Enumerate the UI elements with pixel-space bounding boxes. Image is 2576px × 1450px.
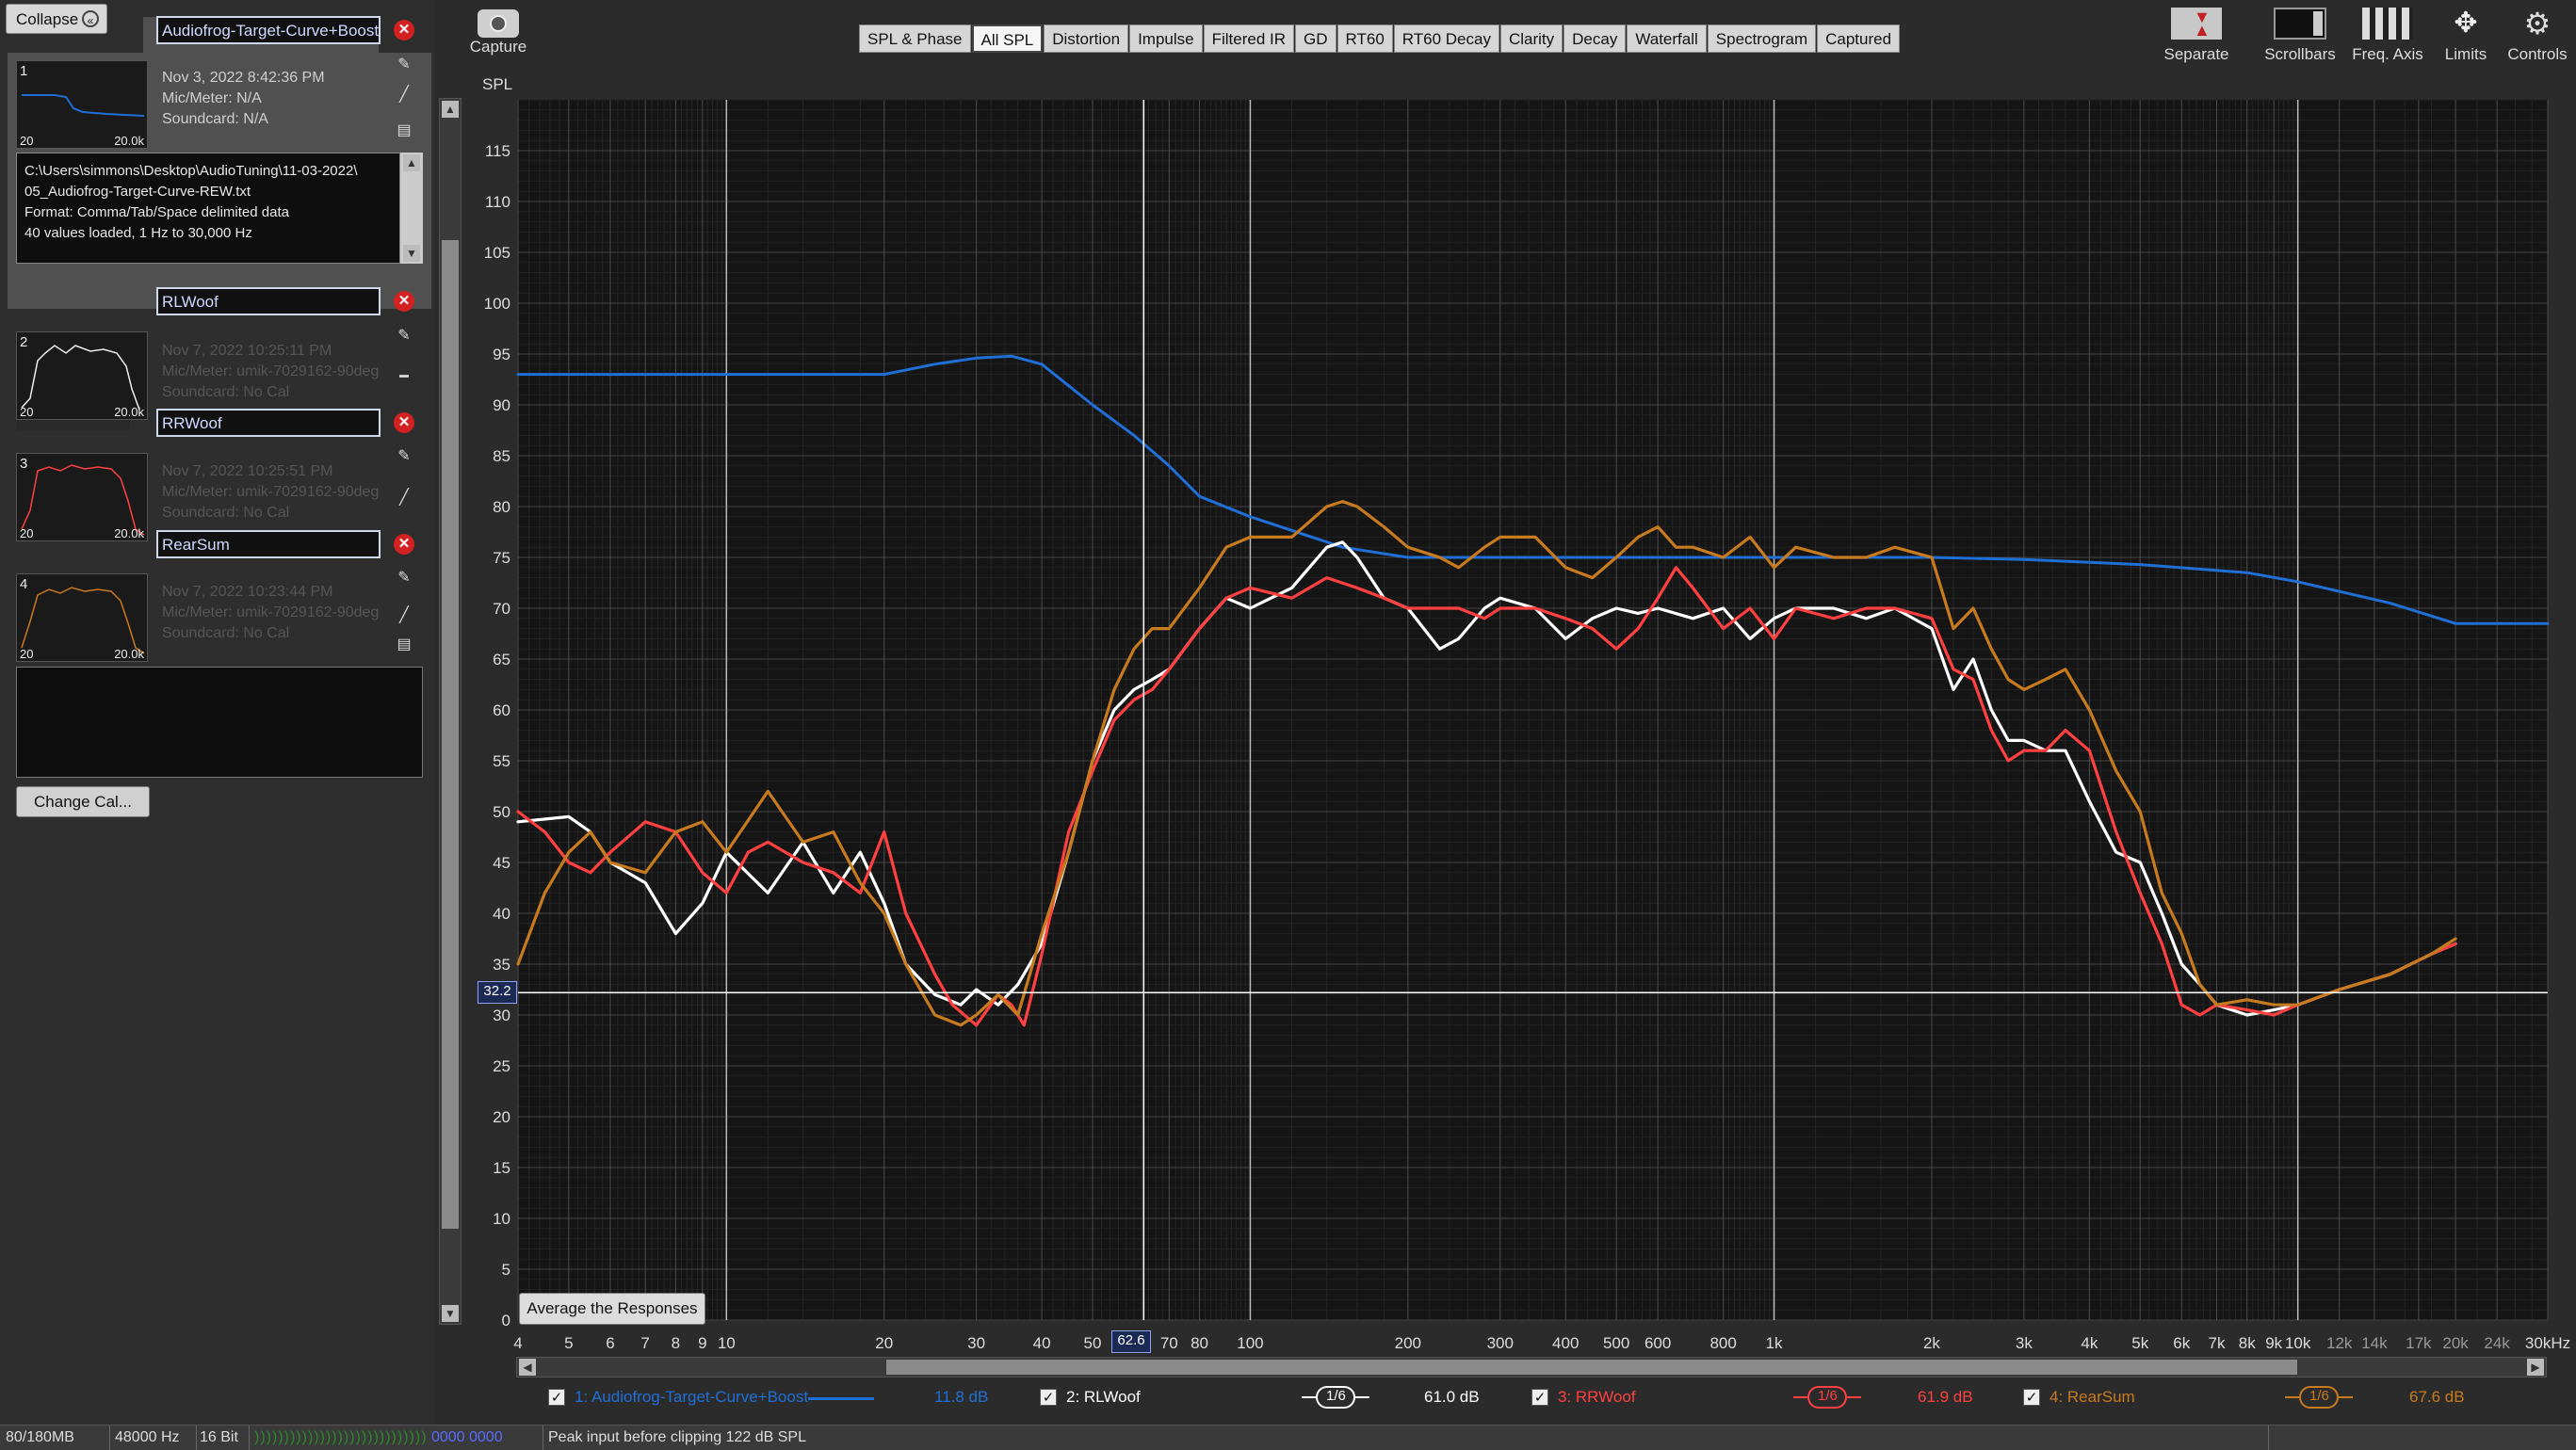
x-tick-label: 8 xyxy=(672,1334,680,1352)
smoothing-label-3: 1/6 xyxy=(1818,1388,1838,1404)
legend-value-3: 61.9 dB xyxy=(1918,1388,1973,1406)
legend-value-1: 11.8 dB xyxy=(934,1388,989,1406)
peak-input-text: Peak input before clipping 122 dB SPL xyxy=(543,1426,2269,1450)
y-tick-label: 0 xyxy=(502,1312,510,1329)
legend-bar: ✓ 1: Audiofrog-Target-Curve+Boost 11.8 d… xyxy=(516,1382,2551,1414)
x-tick-label: 14k xyxy=(2361,1334,2388,1352)
y-tick-label: 45 xyxy=(493,854,510,872)
y-tick-label: 55 xyxy=(493,752,510,770)
y-tick-label: 10 xyxy=(493,1210,510,1228)
y-tick-label: 60 xyxy=(493,701,510,719)
scrollbar-thumb[interactable] xyxy=(886,1360,2297,1375)
x-tick-label: 5 xyxy=(564,1334,573,1352)
y-tick-label: 35 xyxy=(493,956,510,974)
y-tick-label: 100 xyxy=(484,295,510,313)
y-tick-label: 30 xyxy=(493,1007,510,1024)
status-bar: 80/180MB 48000 Hz 16 Bit )))))))))))))))… xyxy=(0,1425,2576,1450)
input-level-meter: ))))))))))))))))))))))))))))) 0000 0000 xyxy=(249,1426,543,1450)
y-tick-label: 50 xyxy=(493,803,510,821)
x-tick-label: 20k xyxy=(2442,1334,2469,1352)
y-tick-label: 20 xyxy=(493,1108,510,1126)
legend-checkbox-1[interactable]: ✓ xyxy=(548,1389,565,1406)
x-tick-label: 40 xyxy=(1033,1334,1051,1352)
legend-swatch-1 xyxy=(808,1397,874,1400)
y-tick-label: 80 xyxy=(493,498,510,516)
x-tick-label: 8k xyxy=(2239,1334,2256,1352)
y-tick-label: 25 xyxy=(493,1057,510,1075)
y-tick-label: 70 xyxy=(493,600,510,618)
x-tick-label: 500 xyxy=(1603,1334,1629,1352)
sample-rate: 48000 Hz xyxy=(109,1426,197,1450)
x-tick-label: 2k xyxy=(1923,1334,1940,1352)
y-tick-label: 15 xyxy=(493,1159,510,1177)
x-tick-label: 9 xyxy=(698,1334,706,1352)
legend-checkbox-4[interactable]: ✓ xyxy=(2023,1389,2040,1406)
memory-usage: 80/180MB xyxy=(0,1426,110,1450)
y-tick-label: 5 xyxy=(502,1261,510,1279)
x-tick-label: 9k xyxy=(2265,1334,2282,1352)
frequency-scrollbar[interactable]: ◀ ▶ xyxy=(516,1357,2547,1378)
y-tick-label: 85 xyxy=(493,447,510,465)
x-tick-label: 7 xyxy=(640,1334,649,1352)
smoothing-label-2: 1/6 xyxy=(1326,1388,1346,1404)
x-tick-label: 20 xyxy=(875,1334,893,1352)
spl-chart[interactable]: 0510152025303540455055606570758085909510… xyxy=(0,0,2576,1449)
x-tick-label: 12k xyxy=(2326,1334,2353,1352)
cursor-x-readout: 62.6 xyxy=(1111,1330,1151,1353)
y-tick-label: 95 xyxy=(493,346,510,363)
x-tick-label: 6 xyxy=(606,1334,614,1352)
x-tick-label: 6k xyxy=(2173,1334,2190,1352)
x-tick-label: 4k xyxy=(2081,1334,2098,1352)
x-tick-label: 10 xyxy=(718,1334,736,1352)
average-responses-button[interactable]: Average the Responses xyxy=(519,1293,705,1325)
x-tick-label: 24k xyxy=(2484,1334,2510,1352)
meter-readout: 0000 0000 xyxy=(430,1429,503,1445)
bit-depth: 16 Bit xyxy=(194,1426,250,1450)
x-tick-label: 300 xyxy=(1487,1334,1514,1352)
x-tick-label: 4 xyxy=(513,1334,522,1352)
x-tick-label: 400 xyxy=(1552,1334,1579,1352)
x-tick-label: 200 xyxy=(1395,1334,1421,1352)
legend-label-4[interactable]: 4: RearSum xyxy=(2049,1388,2135,1407)
x-tick-label: 1k xyxy=(1766,1334,1783,1352)
legend-value-2: 61.0 dB xyxy=(1424,1388,1480,1406)
x-tick-label: 800 xyxy=(1709,1334,1736,1352)
scroll-right-icon[interactable]: ▶ xyxy=(2527,1359,2544,1376)
x-tick-label: 600 xyxy=(1644,1334,1671,1352)
x-tick-label: 10k xyxy=(2285,1334,2311,1352)
x-tick-label: 50 xyxy=(1084,1334,1102,1352)
legend-checkbox-2[interactable]: ✓ xyxy=(1040,1389,1057,1406)
scroll-left-icon[interactable]: ◀ xyxy=(519,1359,536,1376)
y-tick-label: 40 xyxy=(493,905,510,923)
y-tick-label: 105 xyxy=(484,244,510,262)
legend-label-1[interactable]: 1: Audiofrog-Target-Curve+Boost xyxy=(575,1388,808,1407)
y-tick-label: 115 xyxy=(485,142,510,160)
x-tick-label: 17k xyxy=(2406,1334,2432,1352)
y-tick-label: 75 xyxy=(493,549,510,567)
x-tick-label: 3k xyxy=(2016,1334,2033,1352)
x-tick-label: 30kHz xyxy=(2525,1334,2570,1352)
legend-value-4: 67.6 dB xyxy=(2409,1388,2465,1406)
x-tick-label: 7k xyxy=(2209,1334,2226,1352)
legend-label-2[interactable]: 2: RLWoof xyxy=(1066,1388,1141,1407)
x-tick-label: 80 xyxy=(1191,1334,1208,1352)
legend-label-3[interactable]: 3: RRWoof xyxy=(1558,1388,1636,1407)
cursor-y-readout: 32.2 xyxy=(478,981,517,1004)
x-tick-label: 70 xyxy=(1160,1334,1178,1352)
legend-checkbox-3[interactable]: ✓ xyxy=(1531,1389,1548,1406)
smoothing-label-4: 1/6 xyxy=(2309,1388,2329,1404)
y-tick-label: 65 xyxy=(493,651,510,669)
y-tick-label: 110 xyxy=(485,193,510,211)
x-tick-label: 5k xyxy=(2131,1334,2148,1352)
y-tick-label: 90 xyxy=(493,396,510,414)
x-tick-label: 100 xyxy=(1237,1334,1263,1352)
x-tick-label: 30 xyxy=(967,1334,985,1352)
